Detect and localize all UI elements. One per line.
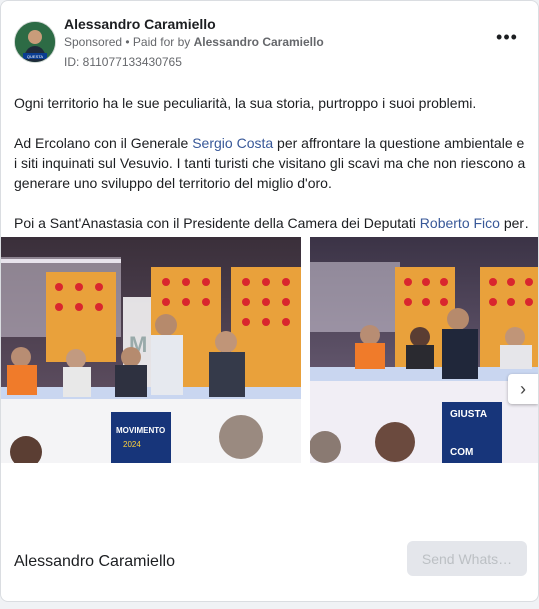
roberto-fico-link[interactable]: Roberto Fico [420, 215, 500, 231]
sponsored-line: Sponsored • Paid for by Alessandro Caram… [64, 35, 324, 49]
svg-text:MOVIMENTO: MOVIMENTO [116, 426, 165, 435]
post-paragraph-1: Ogni territorio ha le sue peculiarità, l… [14, 95, 477, 111]
svg-text:GIUSTA: GIUSTA [450, 409, 487, 420]
paid-for-name: Alessandro Caramiello [193, 35, 324, 49]
post-paragraph-2-text-a: Ad Ercolano con il Generale [14, 135, 193, 151]
paid-for-prefix: • Paid for by [122, 35, 194, 49]
image-carousel[interactable]: M MOVIMENTO 2024 GIUSTA COM [1, 237, 538, 463]
post-paragraph-2: Ad Ercolano con il Generale Sergio Costa… [14, 133, 529, 193]
post-paragraph-3-text-a: Poi a Sant'Anastasia con il Presidente d… [14, 215, 420, 231]
svg-text:QUESTA: QUESTA [27, 54, 43, 59]
carousel-next-icon[interactable]: › [508, 374, 538, 404]
footer-page-name: Alessandro Caramiello [14, 553, 175, 570]
svg-text:2024: 2024 [123, 440, 141, 449]
ad-id: ID: 811077133430765 [64, 55, 182, 69]
sponsored-label: Sponsored [64, 35, 123, 49]
more-options-icon[interactable]: ••• [495, 28, 519, 49]
carousel-photo-2[interactable]: GIUSTA COM [310, 237, 538, 463]
send-whatsapp-button[interactable]: Send Whats… [407, 541, 527, 576]
page-avatar[interactable]: QUESTA [14, 21, 56, 63]
post-paragraph-3: Poi a Sant'Anastasia con il Presidente d… [14, 213, 529, 233]
ad-card: QUESTA Alessandro Caramiello Sponsored •… [0, 0, 539, 602]
post-paragraph-3-text-b: per… [503, 215, 529, 231]
sergio-costa-link[interactable]: Sergio Costa [192, 135, 273, 151]
carousel-photo-1[interactable]: M MOVIMENTO 2024 [1, 237, 301, 463]
page-name[interactable]: Alessandro Caramiello [64, 16, 216, 32]
svg-text:COM: COM [450, 447, 473, 458]
